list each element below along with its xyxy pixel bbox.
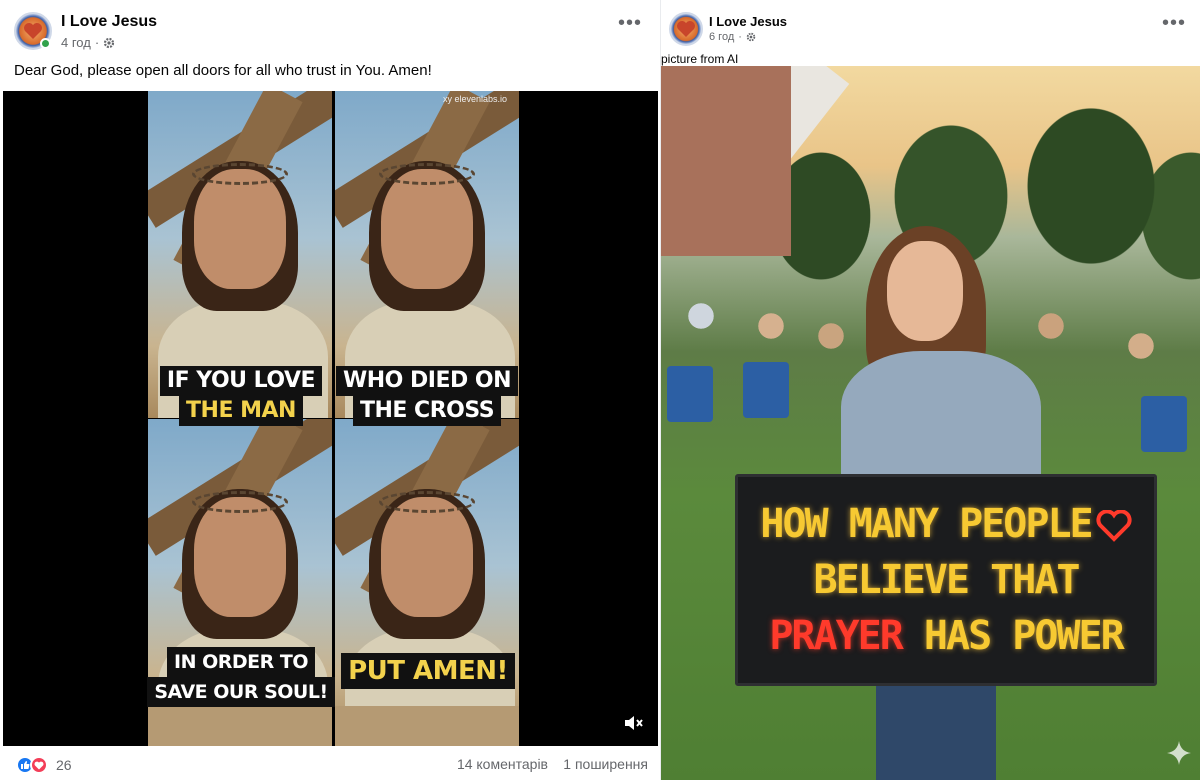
post-header: I Love Jesus 6 год · ••• (661, 0, 1200, 56)
sign-line-1: HOW MANY PEOPLE (760, 499, 1132, 549)
church-building (661, 66, 791, 256)
sparkle-icon (1167, 741, 1191, 765)
post-left: I Love Jesus 4 год · ••• Dear God, pleas… (0, 0, 660, 780)
video-frame: IF YOU LOVE THE MAN WHO DIED ON THE CROS… (147, 91, 519, 746)
reactions-summary[interactable]: 26 (16, 756, 72, 774)
video-caption-top-right: WHO DIED ON THE CROSS (335, 366, 519, 426)
gear-icon[interactable] (746, 32, 756, 42)
meta-separator: · (94, 35, 100, 50)
post-time[interactable]: 6 год (709, 31, 734, 43)
page-avatar[interactable] (669, 12, 703, 46)
ai-label: picture from AI (661, 52, 739, 66)
girl-shirt (841, 351, 1041, 491)
more-options-button[interactable]: ••• (618, 13, 642, 33)
lawn-chair (1141, 396, 1187, 452)
page-avatar[interactable] (14, 12, 52, 50)
meta-separator: · (738, 31, 742, 43)
more-options-button[interactable]: ••• (1162, 13, 1186, 33)
mute-icon[interactable] (622, 712, 644, 734)
video-caption-top-left: IF YOU LOVE THE MAN (152, 366, 330, 426)
page-name[interactable]: I Love Jesus (709, 14, 787, 29)
heart-logo-icon (677, 21, 695, 37)
sign-word-red: PRAYER (769, 613, 903, 659)
gear-icon[interactable] (103, 37, 115, 49)
video-caption-bottom-right: PUT AMEN! (338, 653, 518, 689)
page-name[interactable]: I Love Jesus (61, 13, 157, 31)
sign-word-yellow: HAS POWER (923, 613, 1125, 659)
sign-line-3: PRAYER HAS POWER (769, 611, 1125, 661)
video-watermark: xy elevenlabs.io (443, 94, 508, 104)
post-footer: 26 14 коментарів 1 поширення (0, 748, 660, 780)
lawn-chair (667, 366, 713, 422)
comments-count-link[interactable]: 14 коментарів (457, 756, 548, 772)
heart-icon (1096, 510, 1132, 542)
post-right: I Love Jesus 6 год · ••• picture from AI… (661, 0, 1200, 780)
post-caption: Dear God, please open all doors for all … (14, 62, 432, 79)
post-photo[interactable]: HOW MANY PEOPLE BELIEVE THAT PRAYER HAS … (661, 66, 1200, 780)
love-icon (30, 756, 48, 774)
heart-logo-icon (24, 23, 42, 39)
video-caption-bottom-left: IN ORDER TO SAVE OUR SOUL! (147, 647, 335, 707)
post-meta: 4 год · (61, 35, 115, 50)
lawn-chair (743, 362, 789, 418)
girl-face (887, 241, 963, 341)
online-status-dot (40, 38, 51, 49)
post-time[interactable]: 4 год (61, 35, 91, 50)
post-meta: 6 год · (709, 31, 756, 43)
sign-line-2: BELIEVE THAT (813, 557, 1081, 603)
post-header: I Love Jesus 4 год · ••• (0, 0, 660, 56)
video-panel-bottom-right (335, 419, 519, 746)
reaction-count: 26 (56, 757, 72, 773)
shares-count-link[interactable]: 1 поширення (563, 756, 648, 772)
led-sign: HOW MANY PEOPLE BELIEVE THAT PRAYER HAS … (735, 474, 1157, 686)
video-player[interactable]: IF YOU LOVE THE MAN WHO DIED ON THE CROS… (3, 91, 658, 746)
girl-jeans (876, 676, 996, 780)
